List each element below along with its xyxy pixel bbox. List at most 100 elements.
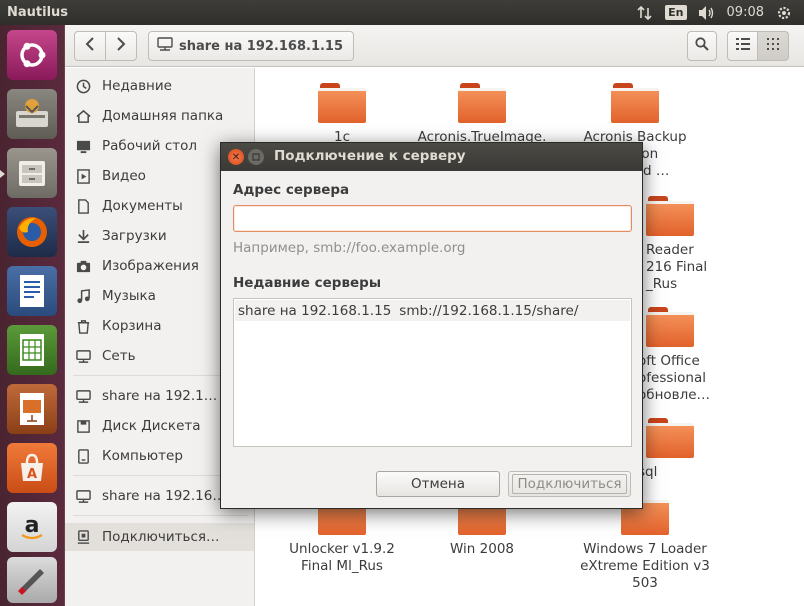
settings-icon[interactable] <box>7 557 57 603</box>
file-name: Final Ml_Rus <box>301 558 383 574</box>
document-icon <box>75 198 91 214</box>
dialog-titlebar: ✕ Подключение к серверу <box>221 143 642 171</box>
sidebar-item-label: Корзина <box>102 318 162 334</box>
sidebar-separator <box>73 515 248 516</box>
file-item[interactable]: Windows 7 Loader eXtreme Edition v3 503 <box>565 495 725 592</box>
cancel-button[interactable]: Отмена <box>376 471 500 497</box>
video-icon <box>75 168 91 184</box>
sidebar-item-label: Компьютер <box>102 448 183 464</box>
server-address-hint: Например, smb://foo.example.org <box>233 240 466 256</box>
recent-servers-list: share на 192.168.1.15 smb://192.168.1.15… <box>233 298 632 447</box>
ubuntu-dash-icon[interactable] <box>7 30 57 80</box>
keyboard-layout-icon[interactable]: En <box>665 5 687 20</box>
app-title: Nautilus <box>7 5 69 20</box>
network-share-icon <box>75 488 91 504</box>
server-address-input[interactable] <box>233 205 632 232</box>
list-icon <box>735 38 750 54</box>
sidebar-item-label: Рабочий стол <box>102 138 197 154</box>
sidebar-item-label: Сеть <box>102 348 136 364</box>
top-panel: Nautilus En 09:08 <box>0 0 804 25</box>
file-item[interactable]: oft Office ofessional обновле… <box>638 307 788 404</box>
connect-button-label: Подключиться <box>512 474 627 494</box>
network-updown-icon[interactable] <box>635 3 655 23</box>
amazon-icon[interactable]: a <box>7 502 57 552</box>
file-item[interactable]: sql <box>638 418 738 481</box>
recent-server-row[interactable]: share на 192.168.1.15 smb://192.168.1.15… <box>235 300 630 321</box>
minimize-icon[interactable] <box>248 149 264 165</box>
floppy-icon <box>75 418 91 434</box>
dialog-title: Подключение к серверу <box>274 148 466 164</box>
file-name: 216 Final <box>646 259 708 275</box>
connect-button[interactable]: Подключиться <box>508 471 631 497</box>
search-button[interactable] <box>687 31 717 61</box>
sidebar-item-label: Видео <box>102 168 146 184</box>
active-indicator <box>0 170 5 178</box>
file-name: _Rus <box>646 276 678 292</box>
server-address-label: Адрес сервера <box>233 182 350 198</box>
folder-icon <box>458 83 506 123</box>
file-name: обновле… <box>638 387 711 403</box>
file-item[interactable]: Reader 216 Final _Rus <box>646 196 786 293</box>
sidebar-item-label: Подключиться… <box>102 529 220 545</box>
download-icon <box>75 228 91 244</box>
recent-server-address: smb://192.168.1.15/share/ <box>399 302 579 319</box>
file-name: 503 <box>632 575 658 591</box>
network-share-icon <box>75 388 91 404</box>
folder-icon <box>611 83 659 123</box>
camera-icon <box>75 258 91 274</box>
sidebar-item-connect-to-server[interactable]: Подключиться… <box>65 523 254 551</box>
sidebar-item-home[interactable]: Домашняя папка <box>65 102 254 130</box>
system-installer-icon[interactable] <box>7 89 57 139</box>
svg-text:a: a <box>25 513 40 538</box>
sidebar-item-label: Документы <box>102 198 183 214</box>
calc-icon[interactable] <box>7 325 57 375</box>
folder-icon <box>646 196 694 236</box>
writer-icon[interactable] <box>7 266 57 316</box>
file-item[interactable]: 1c <box>272 83 412 146</box>
sidebar-item-label: Изображения <box>102 258 199 274</box>
firefox-icon[interactable] <box>7 207 57 257</box>
list-view-button[interactable] <box>727 31 758 61</box>
sidebar-item-label: Недавние <box>102 78 172 94</box>
file-name: sql <box>638 464 658 480</box>
svg-text:A: A <box>27 467 37 482</box>
indicator-area: En 09:08 <box>635 3 804 23</box>
sidebar-item-recent[interactable]: Недавние <box>65 72 254 100</box>
file-name: ofessional <box>638 370 706 386</box>
sidebar-item-label: Загрузки <box>102 228 167 244</box>
headerbar: share на 192.168.1.15 <box>65 25 804 67</box>
recent-server-name: share на 192.168.1.15 <box>238 302 392 319</box>
search-icon <box>695 37 709 55</box>
home-icon <box>75 108 91 124</box>
sidebar-item-label: share на 192.1… <box>102 388 218 404</box>
desktop-icon <box>75 138 91 154</box>
clock[interactable]: 09:08 <box>727 5 764 20</box>
software-center-icon[interactable]: A <box>7 443 57 493</box>
trash-icon <box>75 318 91 334</box>
recent-servers-label: Недавние серверы <box>233 275 382 291</box>
close-icon[interactable]: ✕ <box>228 149 244 165</box>
file-name: Win 2008 <box>449 541 514 557</box>
back-button[interactable] <box>74 31 106 61</box>
folder-icon <box>646 418 694 458</box>
forward-button[interactable] <box>105 31 137 61</box>
chevron-left-icon <box>85 37 95 55</box>
path-bar-button[interactable]: share на 192.168.1.15 <box>148 31 355 61</box>
connect-to-server-dialog: ✕ Подключение к серверу Адрес сервера На… <box>220 142 643 509</box>
files-icon[interactable] <box>7 148 57 198</box>
system-gear-icon[interactable] <box>774 3 794 23</box>
impress-icon[interactable] <box>7 384 57 434</box>
file-name: Windows 7 Loader <box>583 541 707 557</box>
connect-server-icon <box>75 529 91 545</box>
volume-icon[interactable] <box>697 3 717 23</box>
sidebar-item-label: Музыка <box>102 288 156 304</box>
file-item[interactable]: Acronis.TrueImage. <box>412 83 552 146</box>
grid-view-button[interactable] <box>757 31 789 61</box>
launcher: A a <box>0 25 65 606</box>
sidebar-item-label: Диск Дискета <box>102 418 201 434</box>
sidebar-item-label: share на 192.168.1… <box>102 488 232 504</box>
network-share-icon <box>157 37 173 55</box>
folder-icon <box>318 83 366 123</box>
path-label: share на 192.168.1.15 <box>179 38 344 54</box>
clock-icon <box>75 78 91 94</box>
